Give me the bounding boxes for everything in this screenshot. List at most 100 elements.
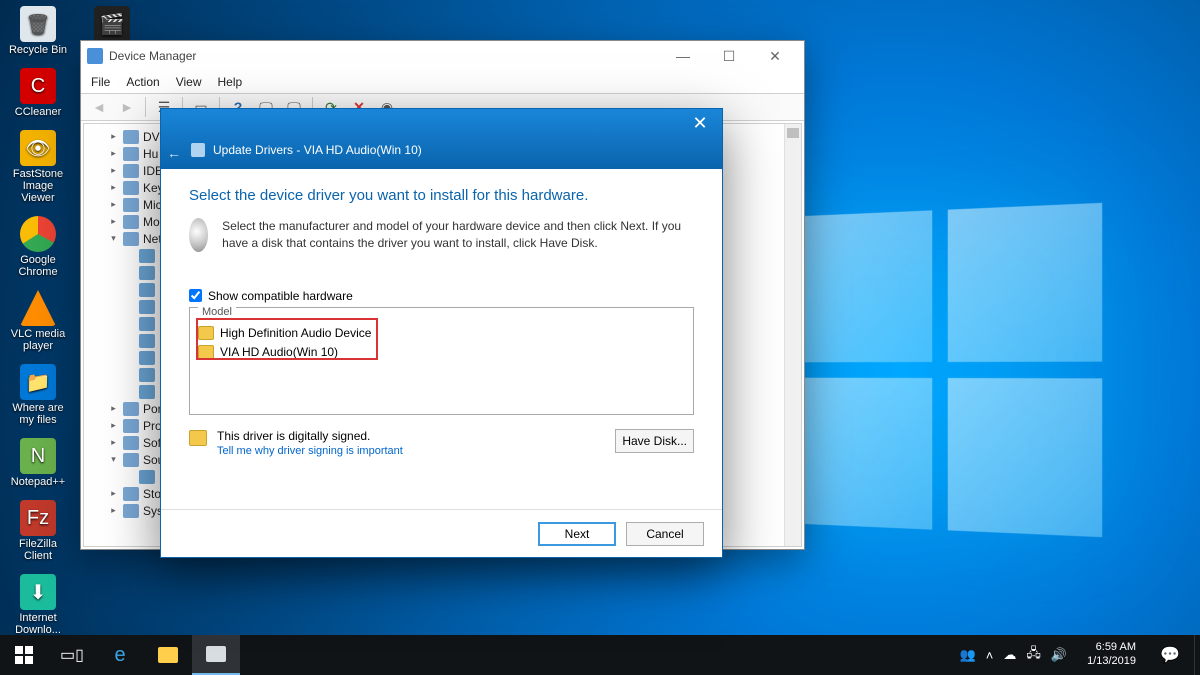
tree-device-icon — [123, 232, 139, 246]
maximize-button[interactable]: ☐ — [706, 41, 752, 71]
desktop-icons: 🗑Recycle Bin CCCleaner 👁FastStone Image … — [6, 6, 76, 648]
tree-twisty-icon[interactable]: ▸ — [108, 420, 119, 431]
tree-device-icon — [123, 436, 139, 450]
desktop-icon-chrome[interactable]: Google Chrome — [6, 216, 70, 278]
volume-icon[interactable]: 🔊 — [1051, 647, 1067, 663]
taskbar-clock[interactable]: 6:59 AM 1/13/2019 — [1077, 641, 1146, 669]
menu-help[interactable]: Help — [218, 75, 243, 89]
desktop-icon-idm[interactable]: ⬇Internet Downlo... — [6, 574, 70, 636]
desktop-icon-label: Where are my files — [12, 402, 63, 426]
tree-device-icon — [123, 147, 139, 161]
signed-icon — [189, 430, 207, 446]
tree-node-label: Mo — [143, 215, 160, 229]
model-listbox: Model High Definition Audio Device VIA H… — [189, 307, 694, 415]
desktop-icon-recycle-bin[interactable]: 🗑Recycle Bin — [6, 6, 70, 56]
desktop-icon-label: Internet Downlo... — [15, 612, 61, 636]
desktop-icon-label: Recycle Bin — [9, 44, 67, 56]
device-manager-titlebar[interactable]: Device Manager — ☐ ✕ — [81, 41, 804, 71]
system-tray[interactable]: 👥 ˄ ☁ 🖧 🔊 — [950, 644, 1077, 666]
tree-twisty-icon[interactable]: ▸ — [108, 165, 119, 176]
tree-device-icon — [123, 198, 139, 212]
tree-device-icon — [139, 334, 155, 348]
desktop-icon-faststone[interactable]: 👁FastStone Image Viewer — [6, 130, 70, 204]
windows-logo-wallpaper — [791, 203, 1102, 537]
menu-view[interactable]: View — [176, 75, 202, 89]
people-icon[interactable]: 👥 — [960, 647, 976, 663]
vertical-scrollbar[interactable] — [784, 124, 801, 546]
tree-device-icon — [139, 249, 155, 263]
tree-device-icon — [139, 317, 155, 331]
action-center-button[interactable]: 💬 — [1146, 635, 1194, 675]
tree-device-icon — [123, 164, 139, 178]
menu-file[interactable]: File — [91, 75, 110, 89]
tree-twisty-icon[interactable]: ▾ — [108, 454, 119, 465]
next-button[interactable]: Next — [538, 522, 616, 546]
desktop-icon-label: CCleaner — [15, 106, 61, 118]
tree-twisty-icon[interactable]: ▾ — [108, 233, 119, 244]
show-compatible-checkbox[interactable]: Show compatible hardware — [189, 289, 694, 303]
desktop-icon-vlc[interactable]: VLC media player — [6, 290, 70, 352]
wizard-back-button[interactable]: ← — [167, 145, 181, 161]
desktop-icon-notepadpp[interactable]: NNotepad++ — [6, 438, 70, 488]
clock-time: 6:59 AM — [1087, 641, 1136, 655]
taskbar-device-manager[interactable] — [192, 635, 240, 675]
tray-expand-icon[interactable]: ˄ — [986, 648, 994, 663]
show-compatible-label: Show compatible hardware — [208, 289, 353, 303]
tree-twisty-icon[interactable]: ▸ — [108, 437, 119, 448]
minimize-button[interactable]: — — [660, 41, 706, 71]
model-item[interactable]: High Definition Audio Device — [198, 324, 685, 343]
tree-twisty-icon[interactable]: ▸ — [108, 505, 119, 516]
tree-device-icon — [139, 368, 155, 382]
signing-info-link[interactable]: Tell me why driver signing is important — [217, 445, 403, 457]
tree-twisty-icon[interactable]: ▸ — [108, 182, 119, 193]
taskbar-file-explorer[interactable] — [144, 635, 192, 675]
tree-device-icon — [123, 453, 139, 467]
clock-date: 1/13/2019 — [1087, 655, 1136, 669]
desktop-icon-ccleaner[interactable]: CCCleaner — [6, 68, 70, 118]
tree-device-icon — [123, 419, 139, 433]
tree-twisty-icon[interactable]: ▸ — [108, 403, 119, 414]
taskbar: ▭▯ e 👥 ˄ ☁ 🖧 🔊 6:59 AM 1/13/2019 💬 — [0, 635, 1200, 675]
tree-device-icon — [123, 215, 139, 229]
menu-action[interactable]: Action — [126, 75, 159, 89]
wizard-title: Update Drivers - VIA HD Audio(Win 10) — [213, 143, 422, 157]
tree-node-label: Sof — [143, 436, 161, 450]
tree-node-label: Mic — [143, 198, 162, 212]
wizard-description: Select the manufacturer and model of you… — [222, 218, 694, 253]
cancel-button[interactable]: Cancel — [626, 522, 704, 546]
wizard-close-button[interactable]: ✕ — [678, 109, 722, 137]
close-button[interactable]: ✕ — [752, 41, 798, 71]
update-drivers-wizard: ✕ ← Update Drivers - VIA HD Audio(Win 10… — [160, 108, 723, 558]
model-item[interactable]: VIA HD Audio(Win 10) — [198, 343, 685, 362]
window-title: Device Manager — [109, 49, 196, 63]
tree-device-icon — [123, 504, 139, 518]
cd-icon — [189, 218, 208, 252]
tree-device-icon — [123, 402, 139, 416]
signed-text: This driver is digitally signed. — [217, 429, 403, 443]
tree-device-icon — [139, 283, 155, 297]
tree-twisty-icon[interactable]: ▸ — [108, 131, 119, 142]
nav-forward-icon: ► — [115, 96, 139, 118]
network-icon[interactable]: 🖧 — [1026, 644, 1041, 666]
model-legend: Model — [198, 306, 236, 318]
show-compatible-input[interactable] — [189, 289, 202, 302]
tree-twisty-icon[interactable]: ▸ — [108, 216, 119, 227]
have-disk-button[interactable]: Have Disk... — [615, 429, 694, 453]
onedrive-icon[interactable]: ☁ — [1003, 647, 1016, 663]
tree-device-icon — [123, 130, 139, 144]
taskbar-edge[interactable]: e — [96, 635, 144, 675]
desktop-icon-filezilla[interactable]: FzFileZilla Client — [6, 500, 70, 562]
start-button[interactable] — [0, 635, 48, 675]
tree-device-icon — [123, 487, 139, 501]
tree-node-label: Net — [143, 232, 162, 246]
desktop-icon-label: FileZilla Client — [19, 538, 57, 562]
desktop-icon-where-files[interactable]: 📁Where are my files — [6, 364, 70, 426]
device-manager-icon — [87, 48, 103, 64]
tree-twisty-icon[interactable]: ▸ — [108, 199, 119, 210]
show-desktop-button[interactable] — [1194, 635, 1200, 675]
tree-twisty-icon[interactable]: ▸ — [108, 488, 119, 499]
task-view-button[interactable]: ▭▯ — [48, 635, 96, 675]
tree-node-label: Pro — [143, 419, 162, 433]
nav-back-icon: ◄ — [87, 96, 111, 118]
tree-twisty-icon[interactable]: ▸ — [108, 148, 119, 159]
